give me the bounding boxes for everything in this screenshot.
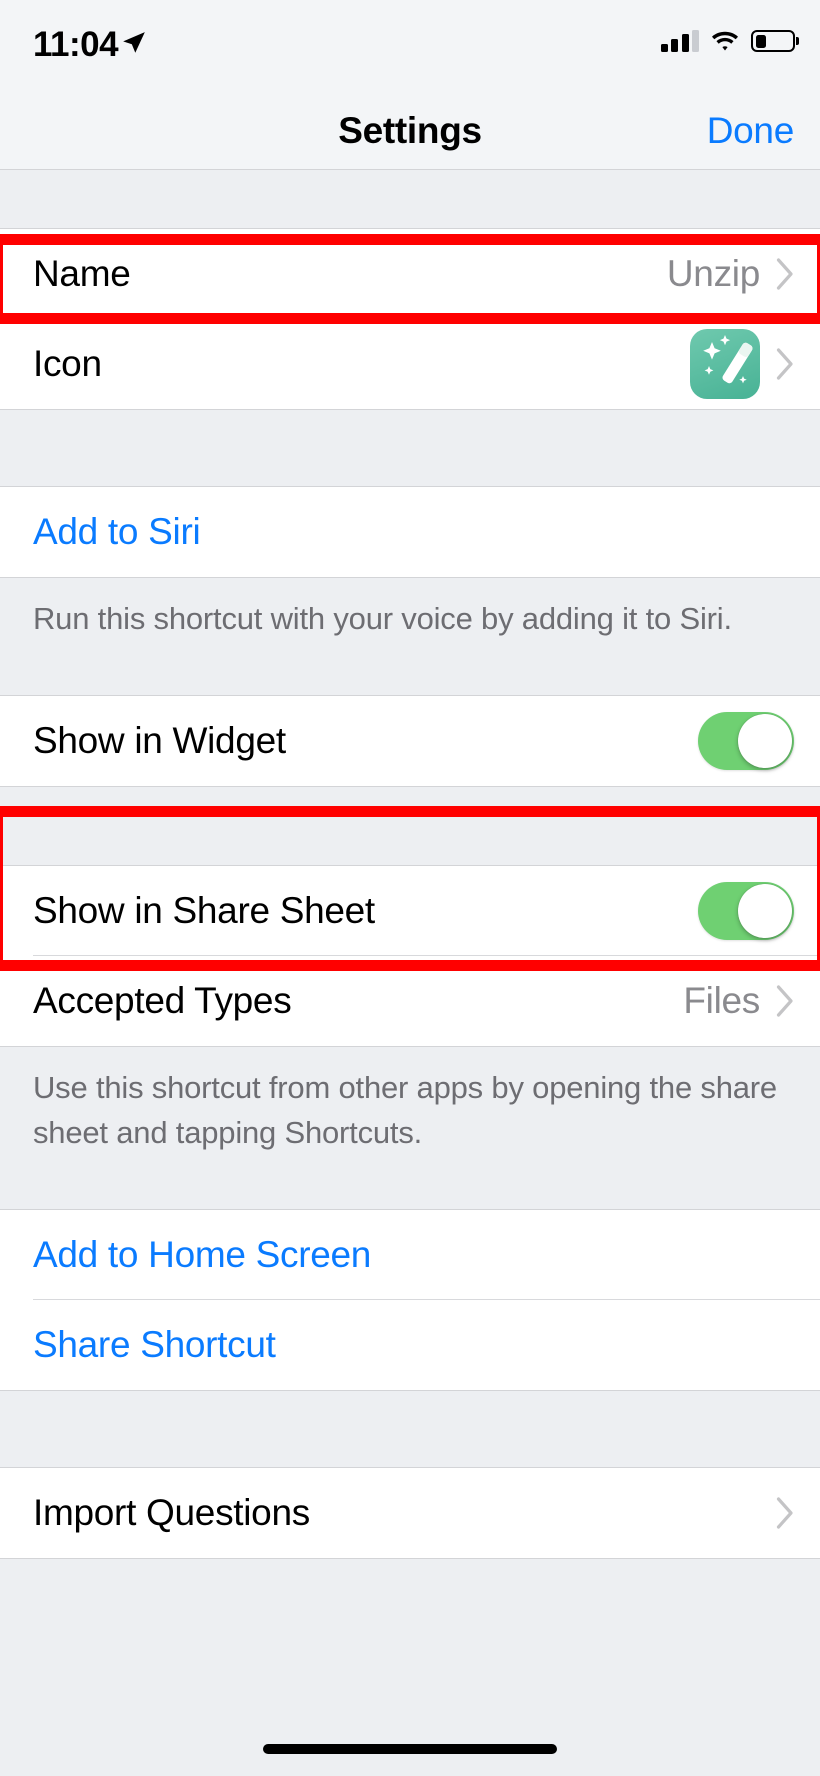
status-bar: 11:04: [0, 0, 820, 92]
section-actions: Add to Home Screen Share Shortcut: [0, 1209, 820, 1391]
wifi-icon: [712, 31, 738, 51]
accepted-types-value: Files: [683, 980, 760, 1021]
chevron-right-icon: [776, 985, 793, 1017]
section-siri: Add to Siri: [0, 486, 820, 578]
row-show-in-share-sheet[interactable]: Show in Share Sheet: [0, 866, 820, 956]
show-in-share-sheet-label: Show in Share Sheet: [33, 890, 375, 931]
footer-share-sheet: Use this shortcut from other apps by ope…: [0, 1047, 820, 1181]
row-add-to-siri[interactable]: Add to Siri: [0, 487, 820, 577]
section-spacer-2: [0, 667, 820, 695]
status-bar-time: 11:04: [33, 25, 119, 64]
show-in-share-sheet-toggle[interactable]: [698, 882, 794, 940]
status-bar-indicators: [660, 30, 799, 52]
home-indicator[interactable]: [263, 1744, 557, 1754]
chevron-right-icon: [776, 1497, 793, 1529]
row-icon-label: Icon: [33, 343, 102, 384]
cellular-signal-icon: [660, 30, 699, 52]
section-spacer-1: [0, 410, 820, 486]
magic-wand-icon: [690, 329, 760, 399]
section-share-sheet: Show in Share Sheet Accepted Types Files: [0, 865, 820, 1047]
row-import-questions[interactable]: Import Questions: [0, 1468, 820, 1558]
list-top-spacer: [0, 170, 820, 228]
navigation-bar: Settings Done: [0, 92, 820, 170]
add-to-siri-label: Add to Siri: [33, 511, 201, 552]
row-name-value: Unzip: [666, 253, 760, 294]
show-in-widget-label: Show in Widget: [33, 720, 286, 761]
import-questions-label: Import Questions: [33, 1492, 310, 1533]
footer-siri: Run this shortcut with your voice by add…: [0, 578, 820, 667]
row-name-label: Name: [33, 253, 131, 294]
show-in-widget-toggle[interactable]: [698, 712, 794, 770]
row-add-to-home-screen[interactable]: Add to Home Screen: [0, 1210, 820, 1300]
page-title: Settings: [338, 110, 482, 151]
row-icon[interactable]: Icon: [0, 319, 820, 409]
add-to-home-screen-label: Add to Home Screen: [33, 1234, 372, 1275]
accepted-types-label: Accepted Types: [33, 980, 292, 1021]
section-import: Import Questions: [0, 1467, 820, 1559]
iphone-screen: 11:04 Settings Done Name Unzip Icon Add …: [0, 0, 820, 1776]
done-button[interactable]: Done: [707, 92, 795, 170]
section-identity: Name Unzip Icon: [0, 228, 820, 410]
section-spacer-5: [0, 1391, 820, 1467]
battery-icon: [751, 30, 799, 52]
location-arrow-icon: [123, 32, 145, 53]
row-show-in-widget[interactable]: Show in Widget: [0, 696, 820, 786]
share-shortcut-label: Share Shortcut: [33, 1324, 276, 1365]
section-spacer-4: [0, 1181, 820, 1209]
section-spacer-3: [0, 787, 820, 865]
row-accepted-types[interactable]: Accepted Types Files: [0, 956, 820, 1046]
row-share-shortcut[interactable]: Share Shortcut: [0, 1300, 820, 1390]
chevron-right-icon: [776, 258, 793, 290]
settings-list[interactable]: Name Unzip Icon Add to Siri Run this sho…: [0, 170, 820, 1776]
section-widget: Show in Widget: [0, 695, 820, 787]
chevron-right-icon: [776, 348, 793, 380]
row-name[interactable]: Name Unzip: [0, 229, 820, 319]
